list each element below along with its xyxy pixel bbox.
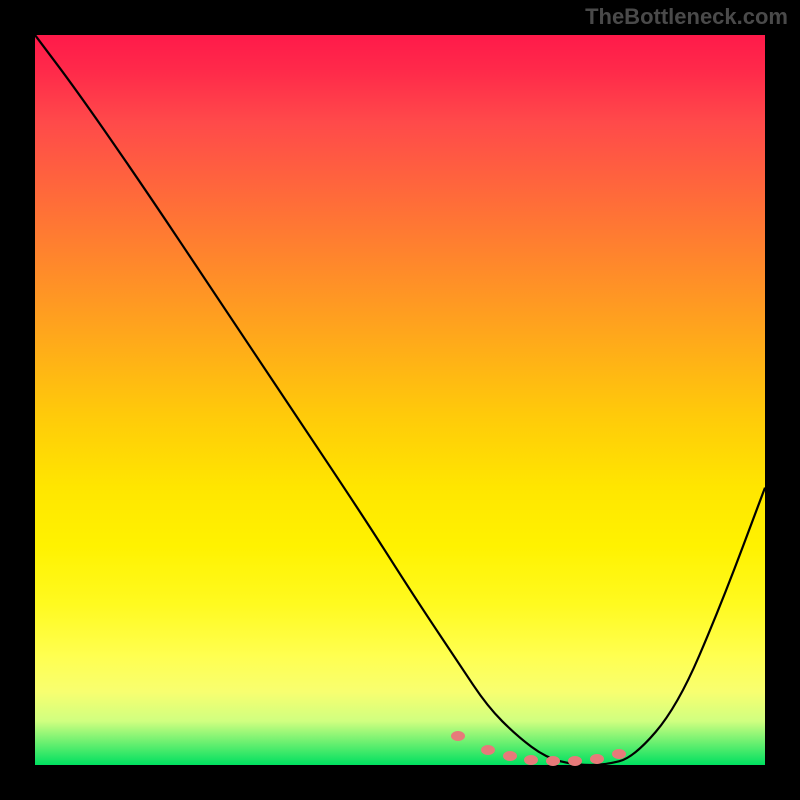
- plot-area: [35, 35, 765, 765]
- marker-point: [568, 756, 582, 766]
- marker-point: [481, 745, 495, 755]
- watermark-text: TheBottleneck.com: [585, 4, 788, 30]
- marker-point: [546, 756, 560, 766]
- marker-point: [524, 755, 538, 765]
- marker-point: [503, 751, 517, 761]
- marker-point: [590, 754, 604, 764]
- marker-layer: [35, 35, 765, 765]
- marker-point: [612, 749, 626, 759]
- marker-point: [451, 731, 465, 741]
